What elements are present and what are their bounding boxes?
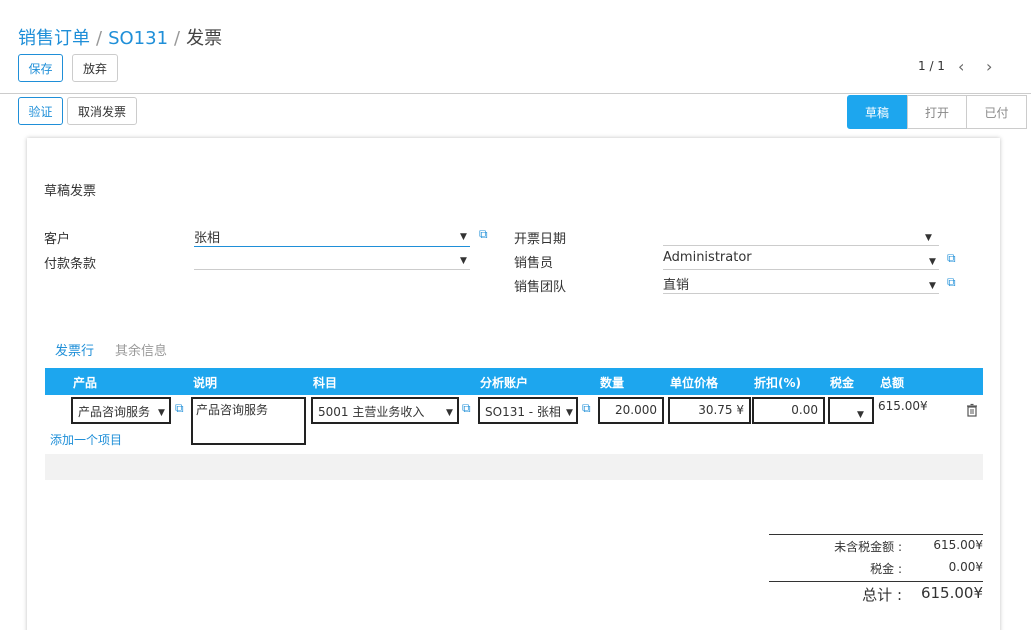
untaxed-value: 615.00¥	[933, 538, 983, 552]
product-cell-input[interactable]: 产品咨询服务	[71, 397, 171, 424]
caret-down-icon[interactable]: ▼	[925, 233, 932, 243]
status-paid[interactable]: 已付	[967, 95, 1027, 129]
validate-button[interactable]: 验证	[18, 97, 63, 125]
breadcrumb-separator: /	[174, 28, 181, 49]
discard-button[interactable]: 放弃	[72, 54, 118, 82]
grand-total-value: 615.00¥	[920, 584, 983, 602]
column-header-analytic[interactable]: 分析账户	[480, 374, 528, 391]
tax-cell-input[interactable]	[828, 397, 874, 424]
amount-cell: 615.00¥	[878, 399, 928, 413]
tax-total-label: 税金 :	[870, 562, 902, 576]
external-link-icon[interactable]: ⧉	[462, 401, 471, 416]
payment-terms-label: 付款条款	[44, 257, 97, 272]
totals-divider	[769, 581, 983, 582]
column-header-account[interactable]: 科目	[313, 374, 337, 391]
sales-team-input[interactable]: 直销	[663, 272, 939, 294]
pager-previous-icon[interactable]: ‹	[958, 57, 964, 76]
external-link-icon[interactable]: ⧉	[947, 251, 956, 266]
caret-down-icon[interactable]: ▼	[446, 408, 453, 418]
external-link-icon[interactable]: ⧉	[479, 227, 488, 242]
column-header-quantity[interactable]: 数量	[600, 374, 624, 391]
breadcrumb: 销售订单 / SO131/发票	[18, 24, 222, 50]
salesperson-label: 销售员	[514, 256, 554, 271]
external-link-icon[interactable]: ⧉	[175, 401, 184, 416]
breadcrumb-separator: /	[96, 28, 103, 49]
description-cell-input[interactable]: 产品咨询服务	[191, 397, 306, 445]
payment-terms-input[interactable]	[194, 248, 470, 270]
column-header-amount[interactable]: 总额	[880, 374, 904, 391]
column-header-discount[interactable]: 折扣(%)	[754, 374, 801, 391]
invoice-date-input[interactable]	[663, 224, 939, 246]
quantity-cell-input[interactable]: 20.000	[598, 397, 664, 424]
breadcrumb-sales-orders[interactable]: 销售订单	[18, 28, 90, 49]
tab-other-info[interactable]: 其余信息	[115, 340, 167, 359]
column-header-tax[interactable]: 税金	[830, 374, 854, 391]
unit-price-cell-input[interactable]: 30.75 ¥	[668, 397, 751, 424]
column-header-description[interactable]: 说明	[193, 374, 217, 391]
totals-divider	[769, 534, 983, 535]
column-header-unit-price[interactable]: 单位价格	[670, 374, 718, 391]
pager-next-icon[interactable]: ›	[986, 57, 992, 76]
customer-input[interactable]: 张相	[194, 225, 470, 247]
table-empty-row	[45, 454, 983, 480]
column-header-product[interactable]: 产品	[73, 374, 97, 391]
save-button[interactable]: 保存	[18, 54, 63, 82]
breadcrumb-current: 发票	[186, 28, 223, 49]
caret-down-icon[interactable]: ▼	[460, 256, 467, 266]
external-link-icon[interactable]: ⧉	[947, 275, 956, 290]
customer-label: 客户	[44, 232, 71, 247]
divider	[0, 93, 1031, 94]
tax-total-value: 0.00¥	[948, 560, 983, 574]
caret-down-icon[interactable]: ▼	[857, 410, 864, 420]
form-title: 草稿发票	[44, 184, 97, 199]
invoice-date-label: 开票日期	[514, 232, 567, 247]
caret-down-icon[interactable]: ▼	[929, 281, 936, 291]
trash-icon[interactable]	[965, 403, 981, 419]
caret-down-icon[interactable]: ▼	[158, 408, 165, 418]
salesperson-input[interactable]: Administrator	[663, 248, 939, 270]
analytic-cell-input[interactable]: SO131 - 张相	[478, 397, 578, 424]
table-header: 产品 说明 科目 分析账户 数量 单位价格 折扣(%) 税金 总额	[45, 368, 983, 395]
tab-invoice-lines[interactable]: 发票行	[55, 340, 94, 359]
external-link-icon[interactable]: ⧉	[582, 401, 591, 416]
status-draft[interactable]: 草稿	[847, 95, 907, 129]
status-open[interactable]: 打开	[907, 95, 967, 129]
discount-cell-input[interactable]: 0.00	[752, 397, 825, 424]
untaxed-label: 未含税金额 :	[834, 540, 902, 554]
sales-team-label: 销售团队	[514, 280, 567, 295]
breadcrumb-so131[interactable]: SO131	[108, 28, 168, 49]
grand-total-label: 总计 :	[862, 586, 902, 604]
cancel-invoice-button[interactable]: 取消发票	[67, 97, 137, 125]
caret-down-icon[interactable]: ▼	[460, 232, 467, 242]
caret-down-icon[interactable]: ▼	[566, 408, 573, 418]
caret-down-icon[interactable]: ▼	[929, 257, 936, 267]
pager-value: 1 / 1	[918, 59, 945, 73]
add-item-link[interactable]: 添加一个项目	[50, 431, 122, 448]
invoice-form-sheet: 草稿发票 客户 张相 ▼ ⧉ 付款条款 ▼ 开票日期 ▼ 销售员 Adminis…	[27, 138, 1000, 630]
account-cell-input[interactable]: 5001 主营业务收入	[311, 397, 459, 424]
